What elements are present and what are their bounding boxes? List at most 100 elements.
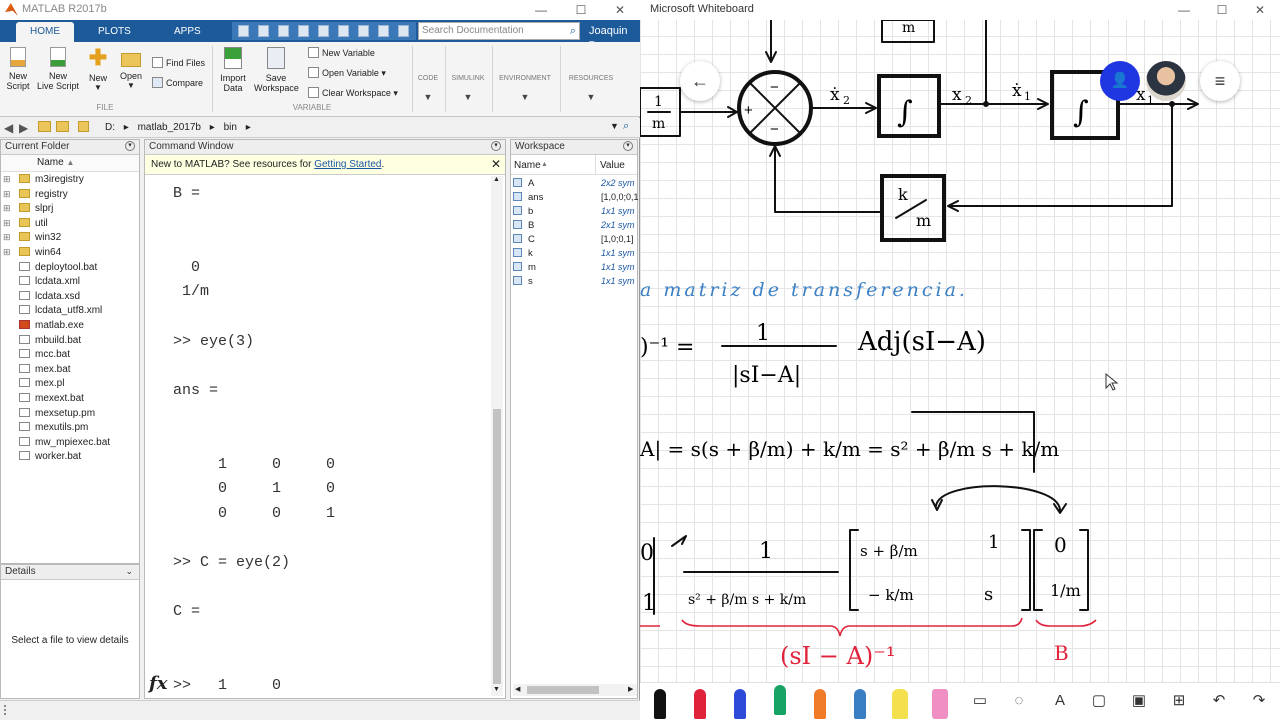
breadcrumb-folder[interactable]: matlab_2017b xyxy=(138,122,201,133)
avatar[interactable] xyxy=(1146,61,1186,101)
redo-icon[interactable] xyxy=(338,25,349,37)
file-list-item[interactable]: mw_mpiexec.bat xyxy=(3,436,110,452)
minimize-icon[interactable]: — xyxy=(525,1,557,19)
file-list-item[interactable]: lcdata.xml xyxy=(3,276,80,291)
blue-pen-icon[interactable] xyxy=(734,689,746,719)
scroll-right-icon[interactable]: ▶ xyxy=(628,685,633,693)
workspace-variable-row[interactable]: ans [1,0,0;0,1 xyxy=(513,192,639,206)
redo-icon[interactable]: ↷ xyxy=(1244,687,1274,719)
tab-apps[interactable]: APPS xyxy=(160,22,215,42)
folder-list-item[interactable]: ⊞ util xyxy=(3,217,48,233)
black-pen-icon[interactable] xyxy=(654,689,666,719)
tab-plots[interactable]: PLOTS xyxy=(84,22,145,42)
red-pen-icon[interactable] xyxy=(694,689,706,719)
whiteboard-canvas[interactable]: m 1 m − + − ẋ 2 ∫ x 2 ẋ 1 ∫ x 1 k m a ma… xyxy=(640,20,1280,682)
function-browser-icon[interactable]: fx xyxy=(149,673,167,694)
new-button[interactable]: ✚ New ▼ xyxy=(86,47,110,93)
undo-icon[interactable] xyxy=(318,25,329,37)
forward-arrow-icon[interactable]: ▶ xyxy=(19,121,28,135)
expand-icon[interactable]: ⊞ xyxy=(3,247,13,258)
file-list-item[interactable]: mexext.bat xyxy=(3,393,84,408)
file-list-item[interactable]: matlab.exe xyxy=(3,320,84,335)
browse-folder-icon[interactable] xyxy=(56,121,69,132)
compare-button[interactable]: Compare xyxy=(152,77,203,89)
back-button[interactable]: ← xyxy=(680,61,720,101)
text-icon[interactable]: A xyxy=(1045,687,1075,719)
panel-menu-icon[interactable]: ▾ xyxy=(125,141,135,151)
workspace-variable-row[interactable]: s 1x1 sym xyxy=(513,276,637,290)
file-list-item[interactable]: mex.pl xyxy=(3,378,64,393)
horizontal-scrollbar[interactable]: ◀ ▶ xyxy=(513,684,637,696)
save-workspace-button[interactable]: Save Workspace xyxy=(254,47,299,93)
customize-icon[interactable] xyxy=(398,25,409,37)
scroll-left-icon[interactable]: ◀ xyxy=(515,685,520,693)
code-section-button[interactable]: CODE ▼ xyxy=(414,75,442,102)
image-icon[interactable]: ▣ xyxy=(1124,687,1154,719)
breadcrumb-current[interactable]: bin xyxy=(224,122,237,133)
ruler-icon[interactable]: ▭ xyxy=(965,687,995,719)
file-list-item[interactable]: mexutils.pm xyxy=(3,422,88,437)
folder-list-item[interactable]: ⊞ slprj xyxy=(3,203,53,218)
environment-section-button[interactable]: ENVIRONMENT ▼ xyxy=(494,75,556,102)
folder-list-item[interactable]: ⊞ m3iregistry xyxy=(3,174,84,189)
panel-menu-icon[interactable]: ▾ xyxy=(623,141,633,151)
expand-icon[interactable]: ⊞ xyxy=(3,174,13,185)
lasso-select-icon[interactable]: ◌ xyxy=(1004,687,1034,719)
tab-home[interactable]: HOME xyxy=(16,22,74,42)
resources-section-button[interactable]: RESOURCES ▼ xyxy=(563,75,619,102)
file-list-item[interactable]: deploytool.bat xyxy=(3,261,97,277)
close-icon[interactable]: ✕ xyxy=(604,1,636,19)
workspace-variable-row[interactable]: A 2x2 sym xyxy=(513,178,637,192)
open-variable-button[interactable]: Open Variable ▾ xyxy=(308,67,386,79)
undo-icon[interactable]: ↶ xyxy=(1204,687,1234,719)
getting-started-link[interactable]: Getting Started xyxy=(314,159,381,170)
lightblue-pen-icon[interactable] xyxy=(854,689,866,719)
invite-participant-button[interactable]: 👤 xyxy=(1100,61,1140,101)
insert-icon[interactable]: ⊞ xyxy=(1164,687,1194,719)
scroll-up-icon[interactable]: ▲ xyxy=(493,176,500,183)
workspace-value-column[interactable]: Value xyxy=(600,160,625,171)
path-dropdown-icon[interactable]: ▼ xyxy=(610,121,619,131)
simulink-section-button[interactable]: SIMULINK ▼ xyxy=(447,75,489,102)
eraser-icon[interactable] xyxy=(932,689,948,719)
copy-icon[interactable] xyxy=(278,25,289,37)
clear-workspace-button[interactable]: Clear Workspace ▾ xyxy=(308,87,398,99)
save-icon[interactable] xyxy=(238,25,249,37)
menu-button[interactable]: ≡ xyxy=(1200,61,1240,101)
minimize-icon[interactable]: — xyxy=(1168,1,1200,19)
expand-icon[interactable]: ⊞ xyxy=(3,189,13,200)
expand-icon[interactable]: ⊞ xyxy=(3,232,13,243)
expand-icon[interactable]: ⊞ xyxy=(3,203,13,214)
workspace-variable-row[interactable]: B 2x1 sym xyxy=(513,220,637,234)
close-icon[interactable]: ✕ xyxy=(1244,1,1276,19)
help-icon[interactable] xyxy=(378,25,389,37)
command-prompt[interactable]: >> xyxy=(173,677,191,694)
cut-icon[interactable] xyxy=(258,25,269,37)
maximize-icon[interactable]: ☐ xyxy=(565,1,597,19)
file-list-item[interactable]: mexsetup.pm xyxy=(3,407,95,423)
workspace-variable-row[interactable]: b 1x1 sym xyxy=(513,206,637,220)
folder-list-item[interactable]: ⊞ win32 xyxy=(3,232,61,247)
scrollbar-thumb[interactable] xyxy=(527,686,599,694)
up-folder-icon[interactable] xyxy=(38,121,51,132)
expand-icon[interactable]: ⊞ xyxy=(3,218,13,229)
file-list-item[interactable]: mcc.bat xyxy=(3,349,70,364)
workspace-name-column[interactable]: Name xyxy=(514,160,541,171)
file-list-item[interactable]: mbuild.bat xyxy=(3,334,81,350)
sticky-note-icon[interactable]: ▢ xyxy=(1084,687,1114,719)
panel-menu-icon[interactable]: ▾ xyxy=(491,141,501,151)
details-header[interactable]: Details ⌄ xyxy=(1,565,139,580)
file-list-item[interactable]: mex.bat xyxy=(3,363,71,379)
switch-windows-icon[interactable] xyxy=(358,25,369,37)
import-data-button[interactable]: Import Data xyxy=(218,47,248,93)
user-account-menu[interactable]: Joaquin ▾ xyxy=(583,22,640,50)
open-button[interactable]: Open ▼ xyxy=(118,47,144,91)
workspace-variable-row[interactable]: k 1x1 sym xyxy=(513,248,637,262)
scrollbar-thumb[interactable] xyxy=(493,409,501,684)
file-list-item[interactable]: lcdata.xsd xyxy=(3,290,80,306)
vertical-scrollbar[interactable]: ▲ ▼ xyxy=(491,176,503,696)
breadcrumb-drive[interactable]: D: xyxy=(105,122,115,133)
name-column-header[interactable]: Name ▲ xyxy=(1,155,139,172)
new-script-button[interactable]: New Script xyxy=(4,47,32,91)
folder-list-item[interactable]: ⊞ win64 xyxy=(3,247,61,262)
